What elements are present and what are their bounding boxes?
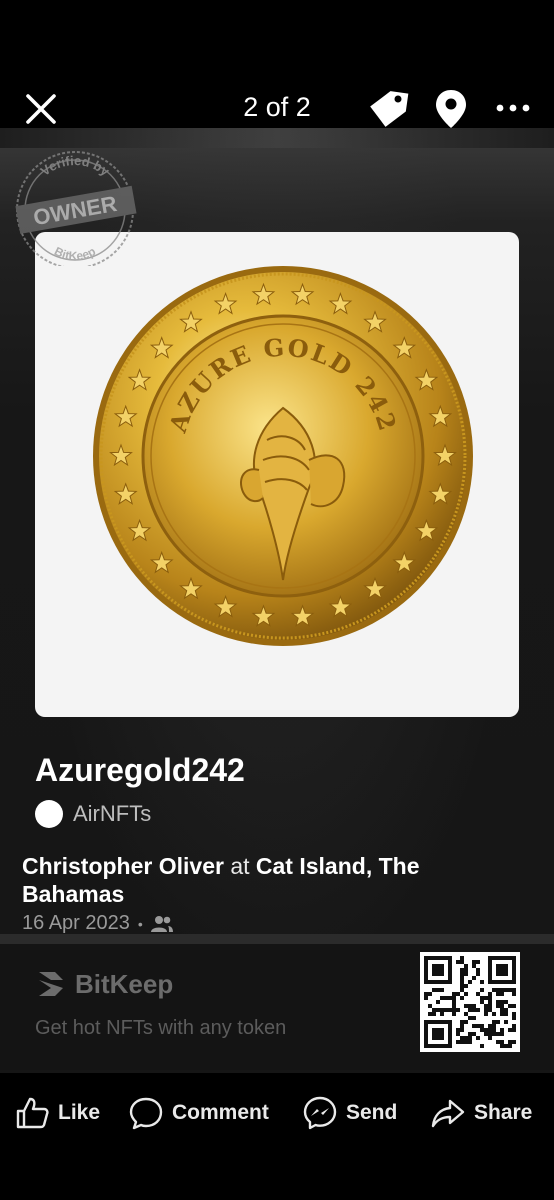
like-button[interactable]: Like xyxy=(14,1095,100,1131)
author-name[interactable]: Christopher Oliver xyxy=(22,853,224,879)
post-caption: Christopher Oliver at Cat Island, The Ba… xyxy=(22,852,502,908)
badge-top-text: Verified by xyxy=(38,153,113,179)
share-label: Share xyxy=(474,1101,533,1124)
collection-name: AirNFTs xyxy=(73,801,152,826)
action-bar: Like Comment Send Share xyxy=(0,1073,554,1200)
like-label: Like xyxy=(58,1101,101,1124)
at-word: at xyxy=(230,853,250,879)
bitkeep-logo-icon xyxy=(39,972,63,996)
thumbs-up-icon xyxy=(16,1097,49,1129)
collection-avatar xyxy=(35,800,63,828)
comment-button[interactable]: Comment xyxy=(128,1095,269,1131)
send-label: Send xyxy=(346,1101,398,1124)
top-bar: 2 of 2 xyxy=(0,0,554,135)
comment-icon xyxy=(129,1097,163,1130)
nft-image[interactable]: AZURE GOLD 242 xyxy=(35,232,519,717)
send-button[interactable]: Send xyxy=(302,1095,397,1131)
divider xyxy=(0,934,554,944)
promo-banner[interactable]: BitKeep Get hot NFTs with any token xyxy=(0,944,554,1070)
promo-brand-name: BitKeep xyxy=(75,968,174,999)
post-meta: 16 Apr 2023 • xyxy=(22,912,173,935)
share-arrow-icon xyxy=(431,1099,465,1128)
tag-icon[interactable] xyxy=(366,87,410,131)
verified-owner-badge: Verified by OWNER BitKeep xyxy=(15,151,137,266)
post-date: 16 Apr 2023 xyxy=(22,912,130,934)
promo-brand: BitKeep xyxy=(35,968,173,1000)
nft-title: Azuregold242 xyxy=(35,752,245,788)
promo-tagline: Get hot NFTs with any token xyxy=(35,1017,287,1039)
meta-separator: • xyxy=(137,915,143,932)
messenger-icon xyxy=(303,1096,337,1130)
gold-coin-image: AZURE GOLD 242 xyxy=(93,266,473,646)
svg-text:BitKeep: BitKeep xyxy=(52,244,98,263)
badge-bottom-text: BitKeep xyxy=(52,244,98,263)
svg-text:Verified by: Verified by xyxy=(38,153,113,179)
collection-row[interactable]: AirNFTs xyxy=(35,800,151,828)
qr-code-icon[interactable] xyxy=(420,952,520,1052)
share-button[interactable]: Share xyxy=(430,1095,532,1131)
comment-label: Comment xyxy=(172,1101,269,1124)
photo-counter: 2 of 2 xyxy=(243,92,311,122)
friends-icon xyxy=(150,915,173,932)
location-pin-icon[interactable] xyxy=(434,88,468,130)
more-options-icon[interactable] xyxy=(495,96,531,120)
